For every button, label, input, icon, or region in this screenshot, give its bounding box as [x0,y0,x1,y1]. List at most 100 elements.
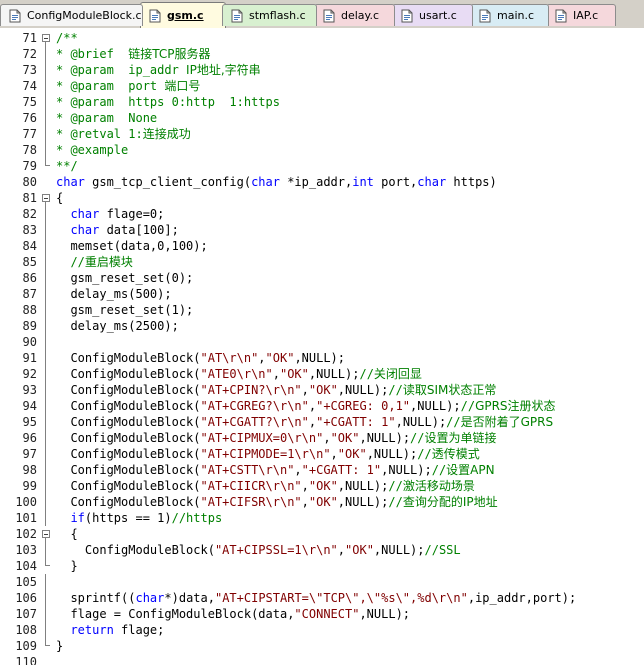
code-token: port, [373,175,418,189]
code-line[interactable]: 78 * @example [0,142,644,158]
fold-guide [45,414,46,430]
code-editor[interactable]: 71 /** 72 * @brief 链接TCP服务器 73 * @param ip_ad… [0,30,644,665]
code-line[interactable]: 88 gsm_reset_set(1); [0,302,644,318]
code-line[interactable]: 107 flage = ConfigModuleBlock(data,"CONN… [0,606,644,622]
code-line[interactable]: 102 { [0,526,644,542]
code-token: "OK" [279,367,309,381]
code-token: char [56,175,85,189]
code-line[interactable]: 91 ConfigModuleBlock("AT\r\n","OK",NULL)… [0,350,644,366]
code-line[interactable]: 83 char data[100]; [0,222,644,238]
line-number: 97 [22,447,37,461]
code-line[interactable]: 84 memset(data,0,100); [0,238,644,254]
code-line[interactable]: 94 ConfigModuleBlock("AT+CGREG?\r\n","+C… [0,398,644,414]
code-text: gsm_reset_set(0); [56,270,193,286]
code-token: "AT+CIFSR\r\n" [200,495,302,509]
code-line[interactable]: 110 [0,654,644,665]
code-line[interactable]: 97 ConfigModuleBlock("AT+CIPMODE=1\r\n",… [0,446,644,462]
code-token: GPRS注册状态 [475,399,556,413]
code-token: * @retval 1: [56,127,143,141]
fold-guide [45,94,46,110]
code-token: // [388,383,403,397]
code-text: ConfigModuleBlock("AT+CGREG?\r\n","+CGRE… [56,398,556,414]
code-token: 端口号 [164,79,201,93]
code-line[interactable]: 103 ConfigModuleBlock("AT+CIPSSL=1\r\n",… [0,542,644,558]
code-line[interactable]: 90 [0,334,644,350]
code-line[interactable]: 108 return flage; [0,622,644,638]
code-line[interactable]: 85 //重启模块 [0,254,644,270]
code-line[interactable]: 71 /** [0,30,644,46]
code-token: , [301,495,309,509]
code-line[interactable]: 82 char flage=0; [0,206,644,222]
fold-toggle-icon[interactable] [42,530,50,538]
fold-toggle-icon[interactable] [42,194,50,202]
code-text: { [56,526,77,542]
fold-guide [45,62,46,78]
line-number: 90 [22,335,37,349]
tab-label: stmflash.c [249,9,306,22]
code-token: ,NULL); [381,463,432,477]
code-line[interactable]: 105 [0,574,644,590]
tab-label: gsm.c [167,9,204,22]
line-number: 72 [22,47,37,61]
tab-usart-c[interactable]: usart.c [392,4,473,26]
code-line[interactable]: 86 gsm_reset_set(0); [0,270,644,286]
code-line[interactable]: 96 ConfigModuleBlock("AT+CIPMUX=0\r\n","… [0,430,644,446]
code-line[interactable]: 75 * @param https 0:http 1:https [0,94,644,110]
tab-delay-c[interactable]: delay.c [314,4,395,26]
fold-guide [45,590,46,606]
code-token: 设置APN [446,463,495,477]
fold-toggle-icon[interactable] [42,34,50,42]
fold-end-marker [45,558,50,566]
code-token: ,NULL); [366,447,418,461]
code-token: ,NULL); [395,415,447,429]
code-line[interactable]: 77 * @retval 1:连接成功 [0,126,644,142]
code-token: 透传模式 [431,447,480,461]
code-token: sprintf(( [56,591,136,605]
code-text: memset(data,0,100); [56,238,207,254]
code-token: // [431,463,447,477]
code-line[interactable]: 76 * @param None [0,110,644,126]
code-line[interactable]: 95 ConfigModuleBlock("AT+CGATT?\r\n","+C… [0,414,644,430]
code-token: ConfigModuleBlock( [56,431,201,445]
code-line[interactable]: 79 **/ [0,158,644,174]
line-number: 106 [15,591,37,605]
code-line[interactable]: 106 sprintf((char*)data,"AT+CIPSTART=\"T… [0,590,644,606]
code-token: 链接TCP服务器 [128,47,211,61]
code-token: { [56,191,64,205]
tab-gsm-c[interactable]: gsm.c [140,2,226,28]
code-line[interactable]: 98 ConfigModuleBlock("AT+CSTT\r\n","+CGA… [0,462,644,478]
code-line[interactable]: 99 ConfigModuleBlock("AT+CIICR\r\n","OK"… [0,478,644,494]
code-line[interactable]: 101 if(https == 1)//https [0,510,644,526]
code-line[interactable]: 73 * @param ip_addr IP地址,字符串 [0,62,644,78]
code-token: (https == 1) [84,511,172,525]
code-line[interactable]: 104 } [0,558,644,574]
code-line[interactable]: 81 { [0,190,644,206]
code-token: "AT+CSTT\r\n" [200,463,295,477]
tab-main-c[interactable]: main.c [470,4,549,26]
code-line[interactable]: 89 delay_ms(2500); [0,318,644,334]
line-number: 98 [22,463,37,477]
fold-guide [45,510,46,526]
code-token: , [258,351,266,365]
code-token: * @param port [56,79,165,93]
code-line[interactable]: 93 ConfigModuleBlock("AT+CPIN?\r\n","OK"… [0,382,644,398]
tab-configmoduleblock-c[interactable]: ConfigModuleBlock.c [0,4,143,26]
code-token: "AT+CIPMODE=1\r\n" [200,447,331,461]
tab-stmflash-c[interactable]: stmflash.c [222,4,317,26]
code-line[interactable]: 74 * @param port 端口号 [0,78,644,94]
line-number: 73 [22,63,37,77]
fold-guide [45,350,46,366]
code-text: delay_ms(2500); [56,318,178,334]
code-text: char gsm_tcp_client_config(char *ip_addr… [56,174,497,190]
code-line[interactable]: 92 ConfigModuleBlock("ATE0\r\n","OK",NUL… [0,366,644,382]
tab-iap-c[interactable]: IAP.c [546,4,616,26]
code-line[interactable]: 72 * @brief 链接TCP服务器 [0,46,644,62]
code-line[interactable]: 100 ConfigModuleBlock("AT+CIFSR\r\n","OK… [0,494,644,510]
line-number: 94 [22,399,37,413]
code-line[interactable]: 80 char gsm_tcp_client_config(char *ip_ad… [0,174,644,190]
code-token: // [388,495,403,509]
code-line[interactable]: 87 delay_ms(500); [0,286,644,302]
code-line[interactable]: 109} [0,638,644,654]
